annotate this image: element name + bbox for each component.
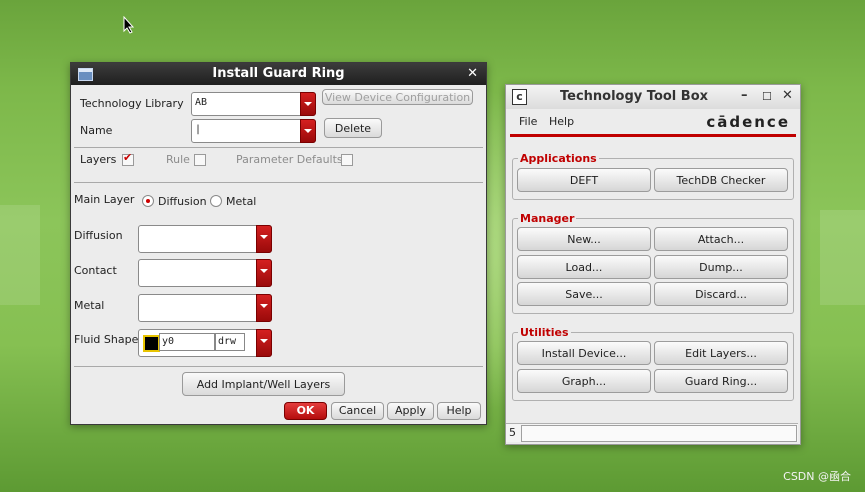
fluid-shape-layer-value: y0 — [159, 333, 215, 351]
name-value: | — [195, 124, 202, 135]
apply-button[interactable]: Apply — [387, 402, 434, 420]
fluid-shape-purpose-value: drw — [215, 333, 245, 351]
rule-checkbox[interactable] — [194, 154, 206, 166]
guard-ring-button[interactable]: Guard Ring... — [654, 369, 788, 393]
minimize-icon[interactable]: – — [741, 88, 748, 103]
save-button[interactable]: Save... — [517, 282, 651, 306]
header-accent-line — [510, 134, 796, 137]
name-label: Name — [80, 124, 113, 137]
chevron-down-icon[interactable] — [256, 225, 272, 253]
chevron-down-icon[interactable] — [300, 92, 316, 116]
technology-library-label: Technology Library — [80, 97, 184, 110]
chevron-down-icon[interactable] — [256, 329, 272, 357]
status-field — [521, 425, 797, 442]
status-number: 5 — [509, 426, 516, 439]
technology-library-select[interactable]: AB — [191, 92, 316, 116]
parameter-defaults-label: Parameter Defaults — [236, 153, 343, 166]
main-layer-label: Main Layer — [74, 193, 135, 206]
new-button[interactable]: New... — [517, 227, 651, 251]
window-title: Install Guard Ring — [212, 66, 345, 81]
utilities-title: Utilities — [518, 326, 571, 339]
discard-button[interactable]: Discard... — [654, 282, 788, 306]
watermark: CSDN @凾合 — [783, 470, 851, 483]
diffusion-label: Diffusion — [74, 229, 123, 242]
add-implant-well-layers-button[interactable]: Add Implant/Well Layers — [182, 372, 345, 396]
dump-button[interactable]: Dump... — [654, 255, 788, 279]
technology-library-value: AB — [195, 97, 208, 108]
chevron-down-icon[interactable] — [300, 119, 316, 143]
layers-tab-label: Layers — [80, 153, 117, 166]
mouse-cursor-icon — [123, 16, 135, 34]
window-title: Technology Tool Box — [560, 89, 709, 104]
chevron-down-icon[interactable] — [256, 294, 272, 322]
metal-radio[interactable] — [210, 195, 222, 207]
divider — [74, 366, 483, 367]
menu-help[interactable]: Help — [549, 115, 574, 128]
layers-checkbox[interactable] — [122, 151, 134, 166]
install-guard-ring-window: Install Guard Ring ✕ Technology Library … — [70, 62, 487, 425]
ok-button[interactable]: OK — [284, 402, 327, 420]
fluid-shape-label: Fluid Shape — [74, 333, 139, 346]
metal-select[interactable] — [138, 294, 272, 322]
chevron-down-icon[interactable] — [256, 259, 272, 287]
install-guard-ring-titlebar: Install Guard Ring ✕ — [71, 63, 486, 85]
diffusion-radio[interactable] — [142, 195, 154, 207]
rule-tab-label: Rule — [166, 153, 190, 166]
attach-button[interactable]: Attach... — [654, 227, 788, 251]
cadence-app-icon[interactable]: c — [512, 89, 527, 105]
view-device-configuration-button[interactable]: View Device Configuration — [322, 89, 473, 105]
deft-button[interactable]: DEFT — [517, 168, 651, 192]
help-button[interactable]: Help — [437, 402, 481, 420]
manager-title: Manager — [518, 212, 577, 225]
divider — [74, 147, 483, 148]
graph-button[interactable]: Graph... — [517, 369, 651, 393]
technology-tool-box-window: c Technology Tool Box – ☐ ✕ File Help cā… — [505, 84, 801, 445]
contact-label: Contact — [74, 264, 117, 277]
status-bar: 5 — [506, 423, 798, 442]
contact-select[interactable] — [138, 259, 272, 287]
close-icon[interactable]: ✕ — [467, 66, 478, 81]
diffusion-select[interactable] — [138, 225, 272, 253]
fluid-shape-select[interactable]: y0 drw — [138, 329, 272, 357]
menu-file[interactable]: File — [519, 115, 537, 128]
cadence-logo: cādence — [706, 113, 790, 131]
metal-label: Metal — [74, 299, 105, 312]
edit-layers-button[interactable]: Edit Layers... — [654, 341, 788, 365]
cancel-button[interactable]: Cancel — [331, 402, 384, 420]
close-icon[interactable]: ✕ — [782, 88, 793, 103]
name-select[interactable]: | — [191, 119, 316, 143]
layer-color-swatch — [143, 335, 160, 352]
techdb-checker-button[interactable]: TechDB Checker — [654, 168, 788, 192]
diffusion-option-label: Diffusion — [158, 195, 207, 208]
install-device-button[interactable]: Install Device... — [517, 341, 651, 365]
load-button[interactable]: Load... — [517, 255, 651, 279]
delete-button[interactable]: Delete — [324, 118, 382, 138]
parameter-defaults-checkbox[interactable] — [341, 154, 353, 166]
applications-title: Applications — [518, 152, 599, 165]
divider — [74, 182, 483, 183]
metal-option-label: Metal — [226, 195, 257, 208]
maximize-icon[interactable]: ☐ — [762, 90, 772, 103]
tool-box-titlebar: c Technology Tool Box – ☐ ✕ — [506, 85, 800, 109]
